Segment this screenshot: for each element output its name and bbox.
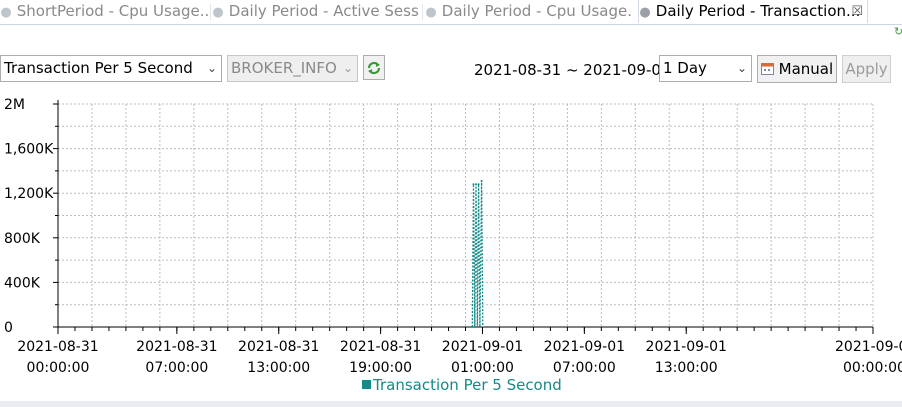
chevron-down-icon: ⌄ (206, 61, 217, 75)
x-tick-date-label: 2021-08-31 (17, 339, 98, 355)
y-axis-ticks: 0 400K 800K 1,200K 1,600K 2M (4, 97, 58, 336)
date-range-label: 2021-08-31 ~ 2021-09-02 (474, 61, 671, 79)
tab-daily-cpu[interactable]: ● Daily Period - Cpu Usage... (425, 0, 633, 23)
series-point (480, 179, 483, 182)
tab-daily-transaction[interactable]: ● Daily Period - Transaction... ☒ (638, 0, 868, 23)
period-select-value: 1 Day (663, 59, 707, 77)
apply-label: Apply (845, 60, 888, 78)
x-tick-time-label: 01:00:00 (451, 360, 514, 376)
calendar-icon (760, 63, 774, 75)
x-tick-date-label: 2021-08-31 (136, 339, 217, 355)
tab-label: Daily Period - Transaction... (655, 2, 861, 20)
x-tick-date-label: 2021-08-31 (340, 339, 421, 355)
transaction-chart: 0 400K 800K 1,200K 1,600K 2M 2021-08-31 00:00:… (4, 97, 902, 376)
chevron-down-icon: ⌄ (342, 61, 353, 75)
close-icon[interactable]: ☒ (851, 0, 863, 23)
chart-legend: Transaction Per 5 Second (362, 376, 562, 394)
editor-tab-bar: ● ShortPeriod - Cpu Usage... ● Daily Per… (0, 0, 902, 25)
x-tick-date-label: 2021-09-01 (646, 339, 727, 355)
legend-swatch (362, 380, 371, 389)
tab-label: Daily Period - Cpu Usage... (441, 2, 633, 20)
refresh-icon[interactable]: ↻ (894, 26, 902, 38)
tab-label: Daily Period - Active Sess... (228, 2, 420, 20)
x-tick-time-label: 13:00:00 (655, 360, 718, 376)
tab-label: ShortPeriod - Cpu Usage... (16, 2, 208, 20)
editor-tab-icon: ● (425, 5, 437, 20)
editor-tab-icon: ● (0, 5, 12, 20)
series-point (477, 183, 480, 186)
x-tick-time-label: 00:00:00 (27, 360, 90, 376)
chart-axes (54, 100, 873, 333)
series-layer (471, 179, 484, 328)
legend-label: Transaction Per 5 Second (373, 376, 562, 394)
x-tick-date-label: 2021-09-01 (544, 339, 625, 355)
metric-select[interactable]: Transaction Per 5 Second ⌄ (0, 55, 222, 82)
broker-select[interactable]: BROKER_INFO ⌄ (227, 55, 358, 82)
metric-select-value: Transaction Per 5 Second (4, 59, 193, 77)
tab-daily-active-sessions[interactable]: ● Daily Period - Active Sess... (212, 0, 420, 23)
tab-shortperiod-cpu[interactable]: ● ShortPeriod - Cpu Usage... (0, 0, 208, 23)
series-point (472, 183, 475, 186)
broker-select-value: BROKER_INFO (231, 59, 337, 77)
tab-separator (422, 4, 423, 20)
x-tick-date-label: 2021-08-31 (238, 339, 319, 355)
tab-separator (210, 4, 211, 20)
chart-grid (58, 103, 874, 327)
chevron-down-icon: ⌄ (736, 61, 747, 75)
editor-tab-icon: ● (212, 5, 224, 20)
series-point (475, 183, 478, 186)
y-tick-label: 2M (4, 97, 25, 113)
horizontal-scrollbar[interactable] (0, 401, 902, 407)
period-select[interactable]: 1 Day ⌄ (659, 55, 752, 82)
x-tick-date-label: 2021-09-01 (442, 339, 523, 355)
y-tick-label: 0 (4, 320, 13, 336)
editor-tab-icon: ● (639, 5, 651, 20)
y-tick-label: 800K (4, 231, 41, 247)
x-axis-ticks: 2021-08-31 00:00:00 2021-08-31 07:00:00 2021… (17, 327, 902, 376)
y-tick-label: 1,600K (4, 142, 54, 158)
series-line (471, 180, 484, 328)
y-tick-label: 400K (4, 275, 41, 291)
refresh-button[interactable] (363, 55, 385, 80)
refresh-icon (367, 61, 381, 75)
x-tick-time-label: 19:00:00 (349, 360, 412, 376)
x-tick-time-label: 07:00:00 (145, 360, 208, 376)
x-tick-date-label: 2021-09-0 (835, 339, 902, 355)
manual-button[interactable]: Manual (757, 55, 837, 83)
x-tick-time-label: 07:00:00 (553, 360, 616, 376)
y-tick-label: 1,200K (4, 186, 54, 202)
apply-button[interactable]: Apply (842, 55, 891, 83)
manual-label: Manual (778, 60, 834, 78)
x-tick-time-label: 00:00:00 (843, 360, 902, 376)
x-tick-time-label: 13:00:00 (247, 360, 310, 376)
